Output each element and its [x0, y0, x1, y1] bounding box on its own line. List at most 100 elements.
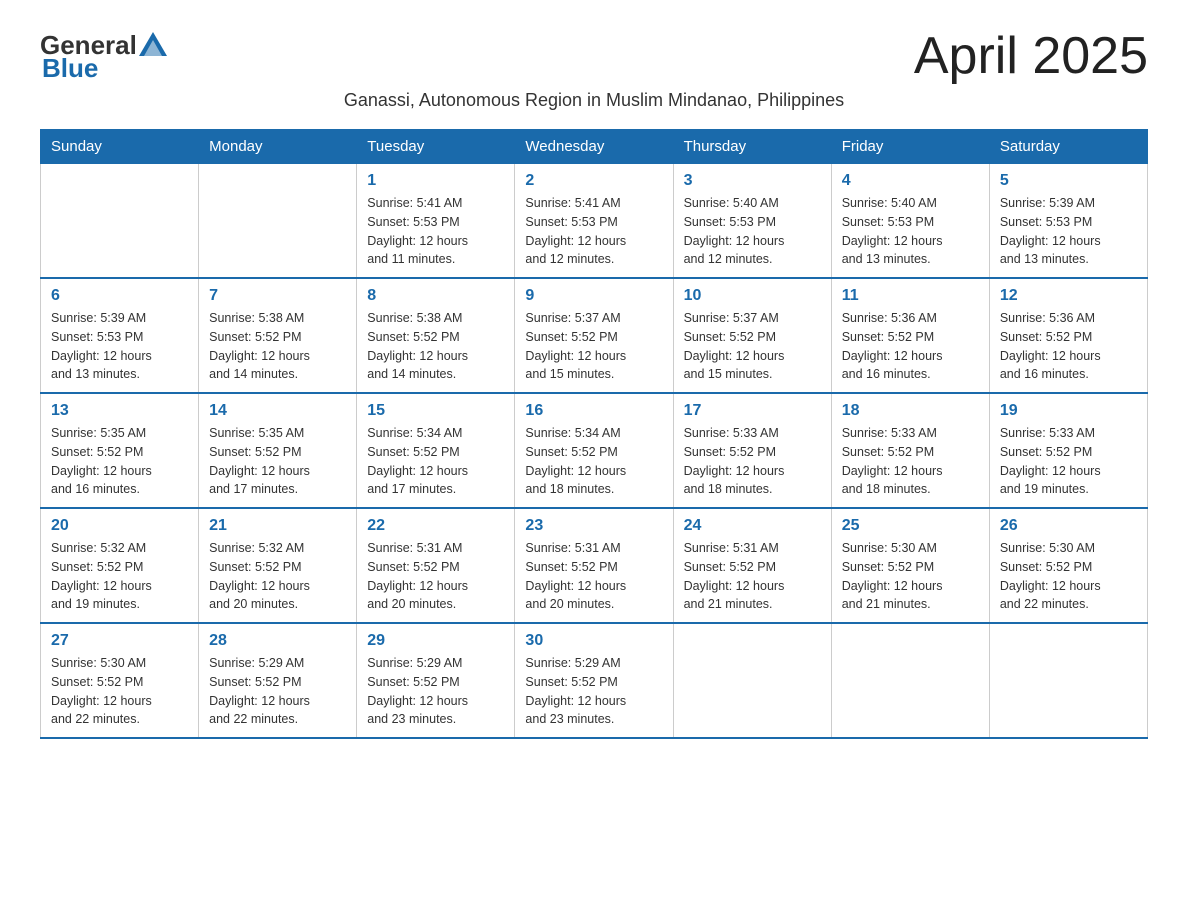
header-cell-friday: Friday: [831, 130, 989, 164]
day-number: 20: [51, 517, 188, 535]
month-title: April 2025: [914, 30, 1148, 82]
day-number: 28: [209, 632, 346, 650]
day-number: 7: [209, 287, 346, 305]
day-info: Sunrise: 5:36 AM Sunset: 5:52 PM Dayligh…: [1000, 309, 1137, 384]
day-number: 24: [684, 517, 821, 535]
day-number: 1: [367, 172, 504, 190]
calendar-cell: 9 Sunrise: 5:37 AM Sunset: 5:52 PM Daylig…: [515, 278, 673, 393]
day-number: 2: [525, 172, 662, 190]
calendar-cell: 2 Sunrise: 5:41 AM Sunset: 5:53 PM Daylig…: [515, 164, 673, 279]
calendar-cell: 14 Sunrise: 5:35 AM Sunset: 5:52 PM Dayli…: [199, 393, 357, 508]
calendar-cell: [673, 623, 831, 738]
day-info: Sunrise: 5:38 AM Sunset: 5:52 PM Dayligh…: [209, 309, 346, 384]
day-info: Sunrise: 5:29 AM Sunset: 5:52 PM Dayligh…: [525, 654, 662, 729]
calendar-cell: 25 Sunrise: 5:30 AM Sunset: 5:52 PM Dayli…: [831, 508, 989, 623]
day-number: 11: [842, 287, 979, 305]
calendar-cell: 3Sunrise: 5:40 AM Sunset: 5:53 PM Daylig…: [673, 164, 831, 279]
day-number: 23: [525, 517, 662, 535]
day-number: 14: [209, 402, 346, 420]
calendar-cell: 11 Sunrise: 5:36 AM Sunset: 5:52 PM Dayli…: [831, 278, 989, 393]
day-number: 6: [51, 287, 188, 305]
day-info: Sunrise: 5:31 AM Sunset: 5:52 PM Dayligh…: [525, 539, 662, 614]
day-number: 22: [367, 517, 504, 535]
day-info: Sunrise: 5:32 AM Sunset: 5:52 PM Dayligh…: [209, 539, 346, 614]
calendar-cell: 24 Sunrise: 5:31 AM Sunset: 5:52 PM Dayli…: [673, 508, 831, 623]
day-info: Sunrise: 5:35 AM Sunset: 5:52 PM Dayligh…: [51, 424, 188, 499]
day-number: 21: [209, 517, 346, 535]
header-cell-saturday: Saturday: [989, 130, 1147, 164]
calendar-cell: 15 Sunrise: 5:34 AM Sunset: 5:52 PM Dayli…: [357, 393, 515, 508]
calendar-cell: 30 Sunrise: 5:29 AM Sunset: 5:52 PM Dayli…: [515, 623, 673, 738]
day-number: 26: [1000, 517, 1137, 535]
calendar-cell: 12 Sunrise: 5:36 AM Sunset: 5:52 PM Dayli…: [989, 278, 1147, 393]
day-number: 27: [51, 632, 188, 650]
day-info: Sunrise: 5:33 AM Sunset: 5:52 PM Dayligh…: [842, 424, 979, 499]
day-info: Sunrise: 5:29 AM Sunset: 5:52 PM Dayligh…: [209, 654, 346, 729]
calendar-cell: 8 Sunrise: 5:38 AM Sunset: 5:52 PM Daylig…: [357, 278, 515, 393]
day-info: Sunrise: 5:37 AM Sunset: 5:52 PM Dayligh…: [525, 309, 662, 384]
day-info: Sunrise: 5:30 AM Sunset: 5:52 PM Dayligh…: [842, 539, 979, 614]
day-info: Sunrise: 5:40 AM Sunset: 5:53 PM Dayligh…: [842, 194, 979, 269]
day-info: Sunrise: 5:40 AM Sunset: 5:53 PM Dayligh…: [684, 194, 821, 269]
week-row-5: 27 Sunrise: 5:30 AM Sunset: 5:52 PM Dayli…: [41, 623, 1148, 738]
day-info: Sunrise: 5:38 AM Sunset: 5:52 PM Dayligh…: [367, 309, 504, 384]
calendar-cell: 23 Sunrise: 5:31 AM Sunset: 5:52 PM Dayli…: [515, 508, 673, 623]
day-number: 15: [367, 402, 504, 420]
calendar-cell: 21 Sunrise: 5:32 AM Sunset: 5:52 PM Dayli…: [199, 508, 357, 623]
day-info: Sunrise: 5:41 AM Sunset: 5:53 PM Dayligh…: [525, 194, 662, 269]
calendar-header: SundayMondayTuesdayWednesdayThursdayFrid…: [41, 130, 1148, 164]
logo-blue-text: Blue: [42, 53, 98, 84]
day-info: Sunrise: 5:33 AM Sunset: 5:52 PM Dayligh…: [684, 424, 821, 499]
calendar-body: 1 Sunrise: 5:41 AM Sunset: 5:53 PM Daylig…: [41, 164, 1148, 739]
calendar-cell: 7 Sunrise: 5:38 AM Sunset: 5:52 PM Daylig…: [199, 278, 357, 393]
calendar-cell: 4Sunrise: 5:40 AM Sunset: 5:53 PM Daylig…: [831, 164, 989, 279]
week-row-1: 1 Sunrise: 5:41 AM Sunset: 5:53 PM Daylig…: [41, 164, 1148, 279]
calendar-cell: 27 Sunrise: 5:30 AM Sunset: 5:52 PM Dayli…: [41, 623, 199, 738]
day-number: 5: [1000, 172, 1137, 190]
header-row: SundayMondayTuesdayWednesdayThursdayFrid…: [41, 130, 1148, 164]
day-info: Sunrise: 5:31 AM Sunset: 5:52 PM Dayligh…: [684, 539, 821, 614]
day-number: 18: [842, 402, 979, 420]
calendar-cell: 18 Sunrise: 5:33 AM Sunset: 5:52 PM Dayli…: [831, 393, 989, 508]
calendar-cell: 28 Sunrise: 5:29 AM Sunset: 5:52 PM Dayli…: [199, 623, 357, 738]
day-info: Sunrise: 5:39 AM Sunset: 5:53 PM Dayligh…: [51, 309, 188, 384]
calendar-cell: 29Sunrise: 5:29 AM Sunset: 5:52 PM Dayli…: [357, 623, 515, 738]
week-row-3: 13 Sunrise: 5:35 AM Sunset: 5:52 PM Dayli…: [41, 393, 1148, 508]
calendar-table: SundayMondayTuesdayWednesdayThursdayFrid…: [40, 129, 1148, 739]
day-number: 13: [51, 402, 188, 420]
day-number: 30: [525, 632, 662, 650]
calendar-cell: 16Sunrise: 5:34 AM Sunset: 5:52 PM Dayli…: [515, 393, 673, 508]
day-info: Sunrise: 5:30 AM Sunset: 5:52 PM Dayligh…: [51, 654, 188, 729]
day-number: 8: [367, 287, 504, 305]
calendar-cell: [831, 623, 989, 738]
header-cell-thursday: Thursday: [673, 130, 831, 164]
calendar-cell: 13 Sunrise: 5:35 AM Sunset: 5:52 PM Dayli…: [41, 393, 199, 508]
calendar-cell: [199, 164, 357, 279]
calendar-cell: 20Sunrise: 5:32 AM Sunset: 5:52 PM Dayli…: [41, 508, 199, 623]
day-info: Sunrise: 5:41 AM Sunset: 5:53 PM Dayligh…: [367, 194, 504, 269]
day-number: 9: [525, 287, 662, 305]
subtitle: Ganassi, Autonomous Region in Muslim Min…: [40, 90, 1148, 111]
day-number: 25: [842, 517, 979, 535]
header-cell-wednesday: Wednesday: [515, 130, 673, 164]
calendar-cell: 6 Sunrise: 5:39 AM Sunset: 5:53 PM Daylig…: [41, 278, 199, 393]
header-cell-sunday: Sunday: [41, 130, 199, 164]
day-info: Sunrise: 5:31 AM Sunset: 5:52 PM Dayligh…: [367, 539, 504, 614]
calendar-cell: 22 Sunrise: 5:31 AM Sunset: 5:52 PM Dayli…: [357, 508, 515, 623]
calendar-cell: 10 Sunrise: 5:37 AM Sunset: 5:52 PM Dayli…: [673, 278, 831, 393]
calendar-cell: 26 Sunrise: 5:30 AM Sunset: 5:52 PM Dayli…: [989, 508, 1147, 623]
day-info: Sunrise: 5:36 AM Sunset: 5:52 PM Dayligh…: [842, 309, 979, 384]
calendar-cell: [989, 623, 1147, 738]
header-cell-tuesday: Tuesday: [357, 130, 515, 164]
logo: General Blue: [40, 30, 167, 84]
day-info: Sunrise: 5:33 AM Sunset: 5:52 PM Dayligh…: [1000, 424, 1137, 499]
calendar-cell: 1 Sunrise: 5:41 AM Sunset: 5:53 PM Daylig…: [357, 164, 515, 279]
day-info: Sunrise: 5:30 AM Sunset: 5:52 PM Dayligh…: [1000, 539, 1137, 614]
day-number: 19: [1000, 402, 1137, 420]
day-number: 12: [1000, 287, 1137, 305]
day-info: Sunrise: 5:35 AM Sunset: 5:52 PM Dayligh…: [209, 424, 346, 499]
day-info: Sunrise: 5:34 AM Sunset: 5:52 PM Dayligh…: [367, 424, 504, 499]
day-info: Sunrise: 5:37 AM Sunset: 5:52 PM Dayligh…: [684, 309, 821, 384]
calendar-cell: 17Sunrise: 5:33 AM Sunset: 5:52 PM Dayli…: [673, 393, 831, 508]
day-number: 10: [684, 287, 821, 305]
